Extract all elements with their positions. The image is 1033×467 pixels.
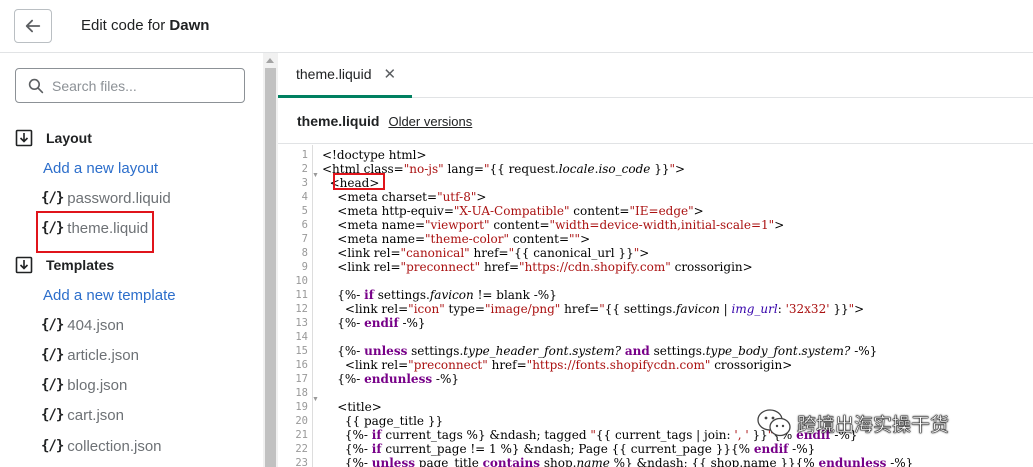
folder-download-icon	[15, 256, 33, 274]
code-line: <!doctype html>	[322, 148, 427, 162]
watermark: 跨境出海实操干货	[757, 405, 949, 441]
code-line: <meta name="viewport" content="width=dev…	[322, 218, 785, 232]
search-box[interactable]	[15, 68, 245, 103]
code-line: {%- endif -%}	[322, 316, 426, 330]
arrow-left-icon	[25, 19, 41, 33]
back-button[interactable]	[14, 9, 52, 43]
line-number: 1	[301, 149, 308, 161]
file-item[interactable]: {/} password.liquid	[41, 187, 171, 209]
code-line: {%- unless page_title contains shop.name…	[322, 456, 914, 467]
file-name-heading: theme.liquid	[297, 113, 380, 129]
highlight-box	[36, 211, 154, 253]
top-bar: Edit code for Dawn	[0, 0, 1033, 53]
scroll-up-arrow-icon[interactable]	[266, 58, 274, 63]
file-item[interactable]: {/} blog.json	[41, 374, 127, 396]
gutter-divider	[312, 145, 313, 467]
line-number: 12	[295, 303, 308, 315]
folder-download-icon	[15, 129, 33, 147]
code-line: <html class="no-js" lang="{{ request.loc…	[322, 162, 686, 176]
code-line: {%- endunless -%}	[322, 372, 459, 386]
file-name: 404.json	[67, 316, 125, 334]
liquid-file-icon: {/}	[41, 347, 64, 363]
page-title-prefix: Edit code for	[81, 17, 166, 34]
tab-label: theme.liquid	[296, 66, 372, 82]
code-line: <head>	[322, 176, 380, 190]
line-number: 19	[295, 401, 308, 413]
folder-layout-label: Layout	[46, 130, 92, 146]
older-versions-link[interactable]: Older versions	[388, 114, 472, 129]
liquid-file-icon: {/}	[41, 190, 64, 206]
folder-layout[interactable]: Layout	[15, 128, 92, 148]
liquid-file-icon: {/}	[41, 438, 64, 454]
add-layout-link[interactable]: Add a new layout	[43, 160, 158, 177]
file-name: article.json	[67, 346, 139, 364]
code-line: <meta charset="utf-8">	[322, 190, 487, 204]
file-name: cart.json	[67, 406, 124, 424]
code-line: <link rel="preconnect" href="https://cdn…	[322, 260, 753, 274]
watermark-text: 跨境出海实操干货	[797, 413, 950, 436]
line-number: 16	[295, 359, 308, 371]
code-line: <meta name="theme-color" content="">	[322, 232, 591, 246]
liquid-file-icon: {/}	[41, 407, 64, 423]
wechat-logo-icon	[757, 409, 791, 437]
code-line: <link rel="icon" type="image/png" href="…	[322, 302, 865, 316]
code-line: <meta http-equiv="X-UA-Compatible" conte…	[322, 204, 704, 218]
code-line: <link rel="canonical" href="{{ canonical…	[322, 246, 650, 260]
line-number-gutter: 1 2 3 4 5 6 7 8 9 10 11 12 13 14 15 16 17 18 19 20 21 22 23	[278, 148, 308, 467]
fold-arrow-icon[interactable]: ▼	[312, 172, 319, 179]
folder-templates-label: Templates	[46, 257, 115, 273]
search-icon	[28, 78, 44, 94]
line-number: 13	[295, 317, 308, 329]
line-number: 11	[295, 289, 308, 301]
line-number: 9	[301, 261, 308, 273]
fold-arrow-icon[interactable]: ▼	[312, 396, 319, 403]
line-number: 2	[301, 163, 308, 175]
search-input[interactable]	[52, 75, 238, 97]
line-number: 17	[295, 373, 308, 385]
line-number: 15	[295, 345, 308, 357]
file-item[interactable]: {/} article.json	[41, 344, 139, 366]
liquid-file-icon: {/}	[41, 377, 64, 393]
line-number: 22	[295, 443, 308, 455]
highlight-box	[333, 173, 385, 190]
file-name: blog.json	[67, 376, 128, 394]
code-line: {%- if settings.favicon != blank -%}	[322, 288, 557, 302]
code-line: {%- if current_page != 1 %} &ndash; Page…	[322, 442, 816, 456]
line-number: 10	[295, 275, 308, 287]
line-number: 5	[301, 205, 308, 217]
file-name: password.liquid	[67, 189, 171, 207]
tab-theme-liquid[interactable]: theme.liquid ✕	[278, 53, 412, 98]
line-number: 3	[301, 177, 308, 189]
code-line: {%- unless settings.type_header_font.sys…	[322, 344, 878, 358]
theme-name: Dawn	[169, 17, 210, 34]
line-number: 14	[295, 331, 308, 343]
line-number: 7	[301, 233, 308, 245]
line-number: 21	[295, 429, 308, 441]
file-name: collection.json	[67, 437, 162, 455]
line-number: 8	[301, 247, 308, 259]
file-sidebar: Layout Add a new layout {/} password.liq…	[0, 53, 263, 467]
close-icon[interactable]: ✕	[384, 65, 397, 83]
sidebar-scrollbar[interactable]	[263, 53, 278, 467]
line-number: 20	[295, 415, 308, 427]
line-number: 4	[301, 191, 308, 203]
page-title: Edit code for Dawn	[81, 17, 209, 34]
add-template-link[interactable]: Add a new template	[43, 287, 176, 304]
line-number: 18	[295, 387, 308, 399]
file-item[interactable]: {/} collection.json	[41, 435, 162, 457]
liquid-file-icon: {/}	[41, 317, 64, 333]
line-number: 6	[301, 219, 308, 231]
scroll-thumb[interactable]	[265, 68, 276, 467]
tab-bar: theme.liquid ✕	[278, 53, 1033, 98]
code-line: <link rel="preconnect" href="https://fon…	[322, 358, 793, 372]
line-number: 23	[295, 457, 308, 467]
file-item[interactable]: {/} 404.json	[41, 314, 124, 336]
file-item[interactable]: {/} cart.json	[41, 404, 124, 426]
file-header: theme.liquid Older versions	[278, 99, 1033, 144]
folder-templates[interactable]: Templates	[15, 255, 114, 275]
